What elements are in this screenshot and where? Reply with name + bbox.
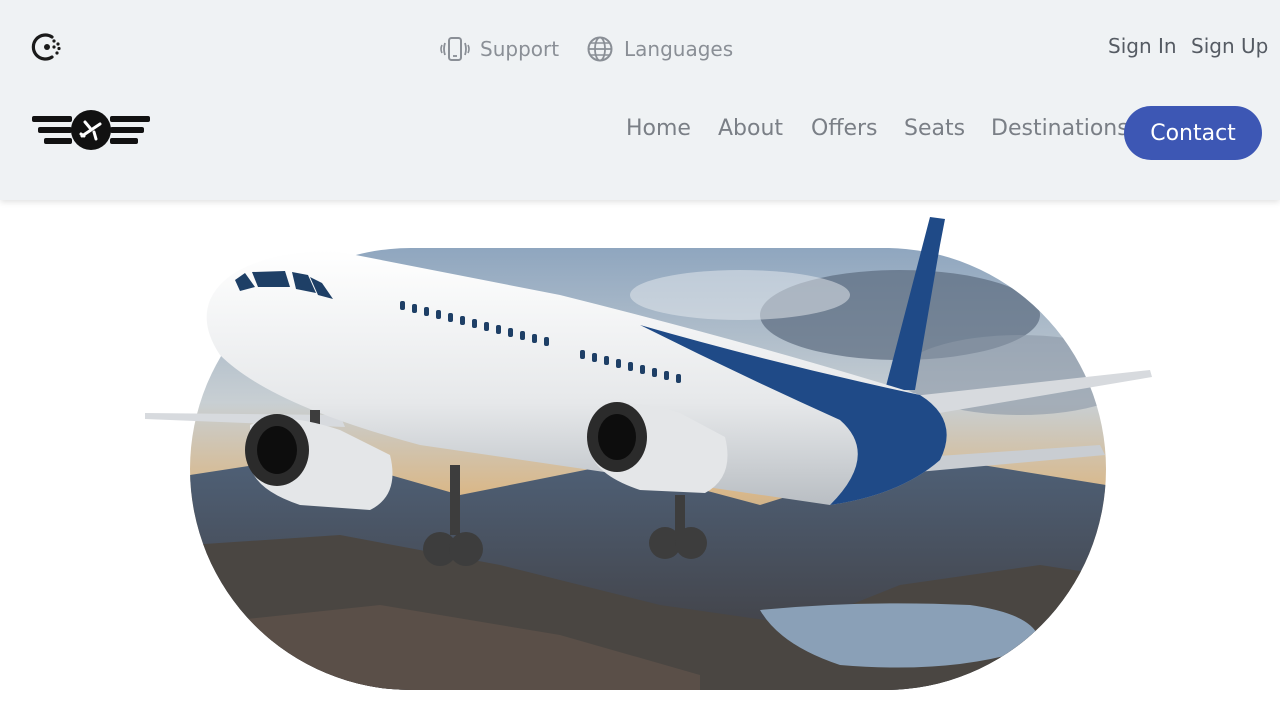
support-label: Support	[480, 37, 560, 61]
contact-button[interactable]: Contact	[1124, 106, 1262, 160]
brand-icon[interactable]	[30, 30, 64, 64]
languages-link[interactable]: Languages	[586, 32, 733, 66]
languages-label: Languages	[624, 37, 734, 61]
globe-icon	[587, 36, 613, 62]
sign-in-link[interactable]: Sign In	[1108, 34, 1177, 58]
hero-airplane-image	[145, 217, 1152, 690]
phone-vibrate-icon	[440, 37, 470, 61]
support-link[interactable]: Support	[440, 32, 559, 66]
nav-home[interactable]: Home	[626, 116, 691, 141]
nav-offers[interactable]: Offers	[811, 116, 878, 141]
sign-up-link[interactable]: Sign Up	[1191, 34, 1268, 58]
utility-bar: Support Languages Sign In Sign Up	[0, 0, 1280, 90]
nav-about[interactable]: About	[718, 116, 783, 141]
main-nav: Home About Offers Seats Destinations Con…	[0, 104, 1280, 162]
site-header: Support Languages Sign In Sign Up Home A…	[0, 0, 1280, 200]
nav-destinations[interactable]: Destinations	[991, 116, 1129, 141]
nav-seats[interactable]: Seats	[904, 116, 965, 141]
